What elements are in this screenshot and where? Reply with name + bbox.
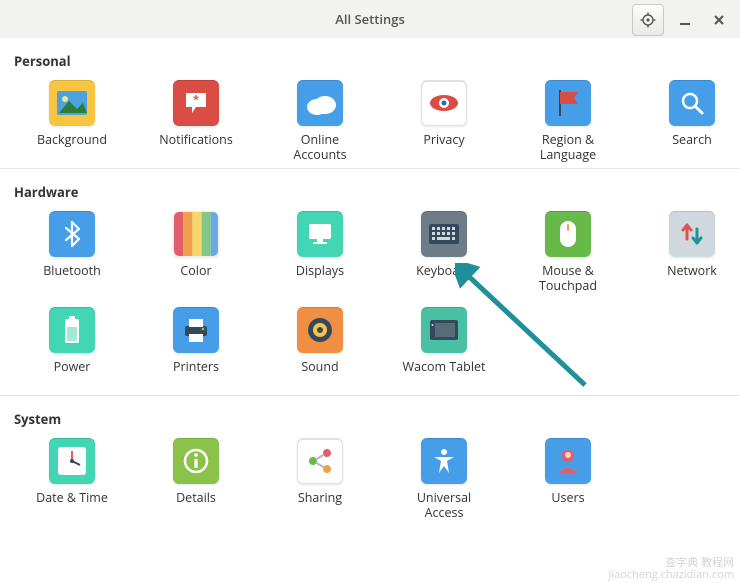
item-color[interactable]: Color — [136, 207, 256, 295]
item-label: Online Accounts — [293, 132, 346, 162]
target-icon — [640, 12, 656, 28]
bluetooth-icon — [49, 211, 95, 257]
section-system: System Date & Time Details — [0, 395, 740, 526]
item-label: Network — [667, 263, 717, 293]
item-users[interactable]: Users — [508, 434, 628, 522]
section-title-system: System — [12, 406, 728, 434]
item-label: Details — [176, 490, 216, 520]
notifications-icon: * — [173, 80, 219, 126]
watermark-line: jiaocheng.chazidian.com — [609, 569, 734, 581]
svg-text:*: * — [193, 92, 199, 107]
item-wacom-tablet[interactable]: Wacom Tablet — [384, 303, 504, 391]
region-language-icon — [545, 80, 591, 126]
item-label: Bluetooth — [43, 263, 101, 293]
item-label: Color — [180, 263, 211, 293]
item-mouse-touchpad[interactable]: Mouse & Touchpad — [508, 207, 628, 295]
item-label: Displays — [296, 263, 344, 293]
date-time-icon — [49, 438, 95, 484]
content-area: Personal Background * Notifications — [0, 38, 740, 583]
network-icon — [669, 211, 715, 257]
item-label: Search — [672, 132, 712, 162]
titlebar: All Settings — [0, 0, 740, 38]
item-sound[interactable]: Sound — [260, 303, 380, 391]
item-online-accounts[interactable]: Online Accounts — [260, 76, 380, 164]
item-label: Universal Access — [417, 490, 471, 520]
close-button[interactable] — [706, 7, 732, 33]
item-date-time[interactable]: Date & Time — [12, 434, 132, 522]
item-label: Sharing — [298, 490, 342, 520]
color-icon — [173, 211, 219, 257]
item-network[interactable]: Network — [632, 207, 740, 295]
item-label: Sound — [301, 359, 338, 389]
section-hardware: Hardware Bluetooth Color — [0, 168, 740, 395]
item-details[interactable]: Details — [136, 434, 256, 522]
titlebar-controls — [632, 4, 732, 36]
printers-icon — [173, 307, 219, 353]
item-keyboard[interactable]: Keyboard — [384, 207, 504, 295]
wacom-tablet-icon — [421, 307, 467, 353]
item-label: Mouse & Touchpad — [539, 263, 597, 293]
privacy-icon — [421, 80, 467, 126]
item-sharing[interactable]: Sharing — [260, 434, 380, 522]
section-personal: Personal Background * Notifications — [0, 38, 740, 168]
item-region-language[interactable]: Region & Language — [508, 76, 628, 164]
item-label: Region & Language — [540, 132, 596, 162]
window-title: All Settings — [335, 10, 405, 28]
item-printers[interactable]: Printers — [136, 303, 256, 391]
search-icon — [669, 80, 715, 126]
item-privacy[interactable]: Privacy — [384, 76, 504, 164]
details-icon — [173, 438, 219, 484]
online-accounts-icon — [297, 80, 343, 126]
item-label: Background — [37, 132, 107, 162]
item-label: Privacy — [423, 132, 464, 162]
item-displays[interactable]: Displays — [260, 207, 380, 295]
minimize-button[interactable] — [672, 7, 698, 33]
item-label: Keyboard — [416, 263, 472, 293]
settings-window: All Settings — [0, 0, 740, 583]
grid-personal: Background * Notifications Online Accoun… — [12, 76, 728, 164]
sound-icon — [297, 307, 343, 353]
sharing-icon — [297, 438, 343, 484]
mouse-touchpad-icon — [545, 211, 591, 257]
section-title-personal: Personal — [12, 48, 728, 76]
item-background[interactable]: Background — [12, 76, 132, 164]
grid-system: Date & Time Details Sharing — [12, 434, 728, 522]
users-icon — [545, 438, 591, 484]
item-label: Power — [54, 359, 91, 389]
item-label: Notifications — [159, 132, 233, 162]
locate-button[interactable] — [632, 4, 664, 36]
displays-icon — [297, 211, 343, 257]
item-label: Date & Time — [36, 490, 108, 520]
item-label: Wacom Tablet — [403, 359, 486, 389]
item-power[interactable]: Power — [12, 303, 132, 391]
minimize-icon — [679, 14, 691, 26]
item-universal-access[interactable]: Universal Access — [384, 434, 504, 522]
watermark: 查字典 教程网 jiaocheng.chazidian.com — [609, 557, 734, 581]
close-icon — [713, 14, 725, 26]
item-search[interactable]: Search — [632, 76, 740, 164]
power-icon — [49, 307, 95, 353]
item-label: Printers — [173, 359, 219, 389]
item-notifications[interactable]: * Notifications — [136, 76, 256, 164]
background-icon — [49, 80, 95, 126]
item-bluetooth[interactable]: Bluetooth — [12, 207, 132, 295]
item-label: Users — [551, 490, 584, 520]
section-title-hardware: Hardware — [12, 179, 728, 207]
keyboard-icon — [421, 211, 467, 257]
universal-access-icon — [421, 438, 467, 484]
grid-hardware: Bluetooth Color Displays — [12, 207, 728, 391]
